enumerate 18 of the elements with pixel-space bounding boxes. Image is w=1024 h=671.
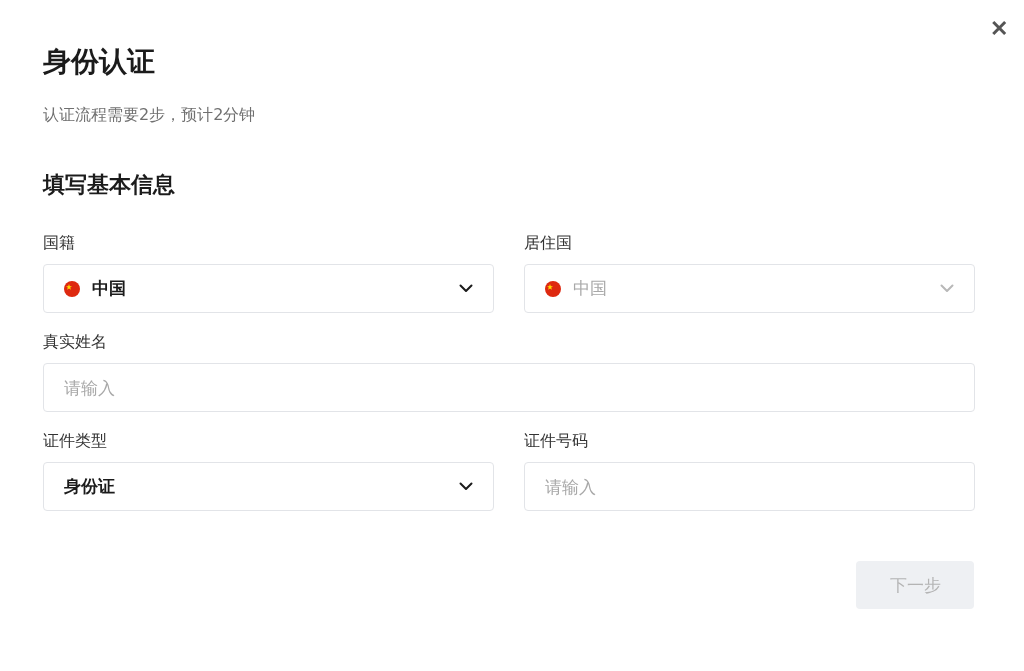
chevron-down-icon (940, 284, 954, 293)
field-label: 国籍 (43, 232, 76, 254)
subtitle: 认证流程需要2步，预计2分钟 (43, 104, 257, 126)
field-label: 居住国 (524, 232, 573, 254)
dialog-title: 身份认证 (43, 44, 156, 80)
input-field[interactable]: 请输入 (524, 462, 975, 511)
flag-icon (64, 280, 80, 297)
field-label: 真实姓名 (43, 331, 108, 353)
select-field[interactable]: 中国 (43, 264, 494, 313)
select-field[interactable]: 身份证 (43, 462, 494, 511)
field-label: 证件类型 (43, 430, 108, 452)
input-field[interactable]: 请输入 (43, 363, 975, 412)
section-title: 填写基本信息 (43, 171, 176, 199)
chevron-down-icon (459, 284, 473, 293)
chevron-down-icon (459, 482, 473, 491)
field-label: 证件号码 (524, 430, 589, 452)
flag-icon (545, 280, 561, 297)
close-button[interactable]: ✕ (986, 14, 1012, 44)
